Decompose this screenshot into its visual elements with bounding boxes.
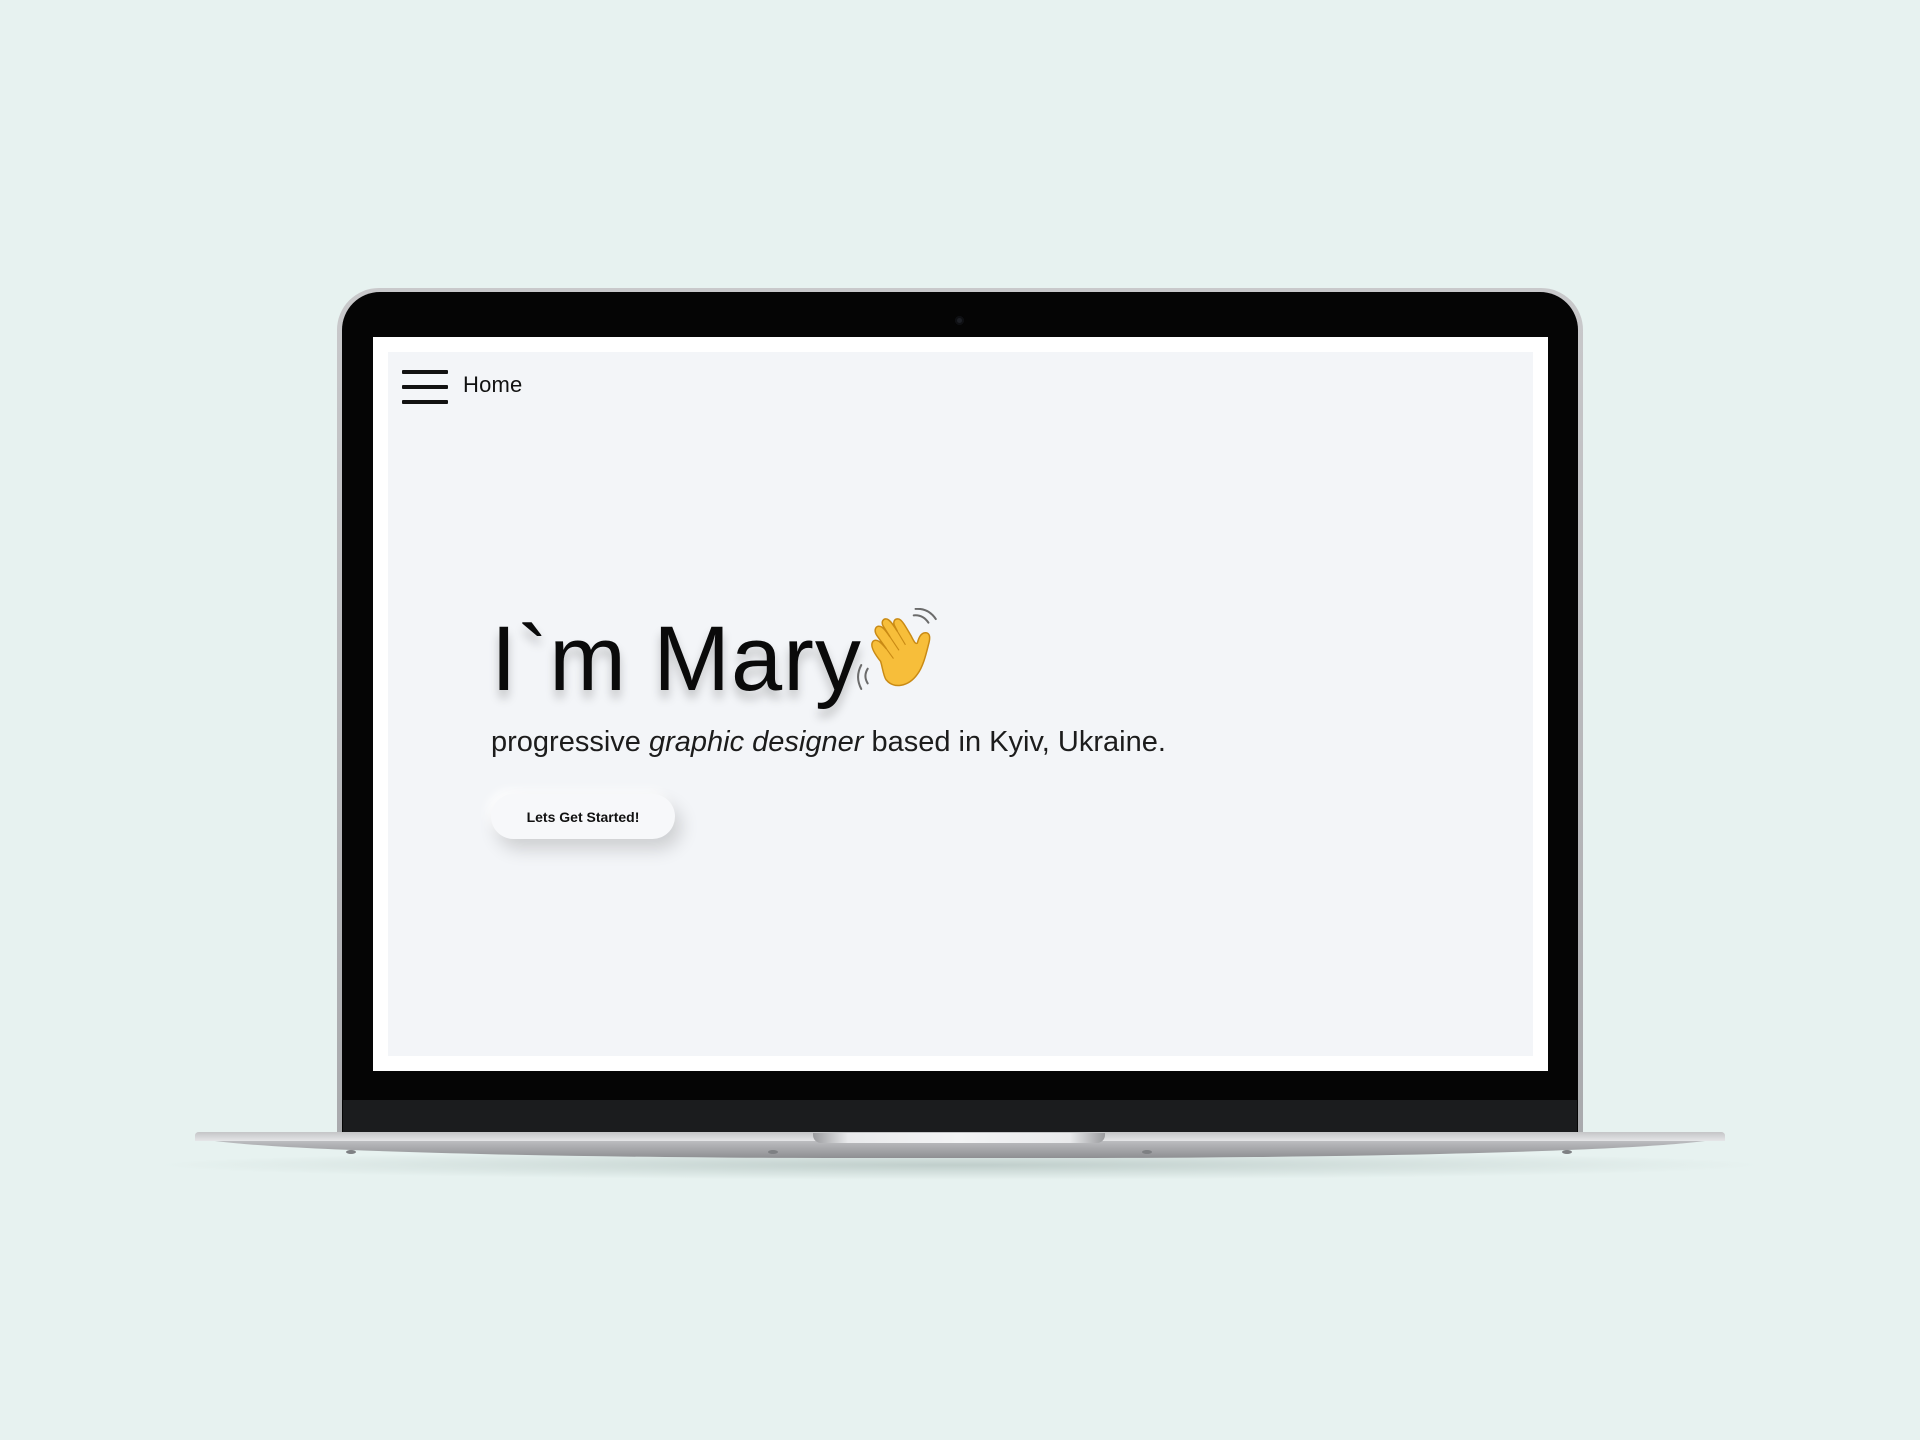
- camera-icon: [955, 316, 964, 325]
- subtitle-emphasis: graphic designer: [648, 726, 864, 758]
- hero-subtitle: progressive graphic designer based in Ky…: [491, 726, 1166, 759]
- nav-home-link[interactable]: Home: [463, 372, 523, 398]
- hamburger-menu-icon[interactable]: [402, 370, 448, 404]
- laptop-foot: [346, 1150, 356, 1154]
- waving-hand-icon: [857, 608, 937, 690]
- subtitle-text-before: progressive: [491, 726, 649, 758]
- laptop-foot: [1562, 1150, 1572, 1154]
- lets-get-started-button[interactable]: Lets Get Started!: [491, 794, 675, 839]
- subtitle-text-after: based in Kyiv, Ukraine.: [863, 726, 1166, 758]
- laptop-mockup: Home I`m Mary progressive graphic design…: [0, 0, 1920, 1440]
- website-screen: Home I`m Mary progressive graphic design…: [388, 352, 1533, 1056]
- laptop-notch: [813, 1133, 1105, 1143]
- hero-title: I`m Mary: [491, 608, 862, 710]
- bezel-bottom: [343, 1100, 1577, 1136]
- laptop-foot: [768, 1150, 778, 1154]
- laptop-foot: [1142, 1150, 1152, 1154]
